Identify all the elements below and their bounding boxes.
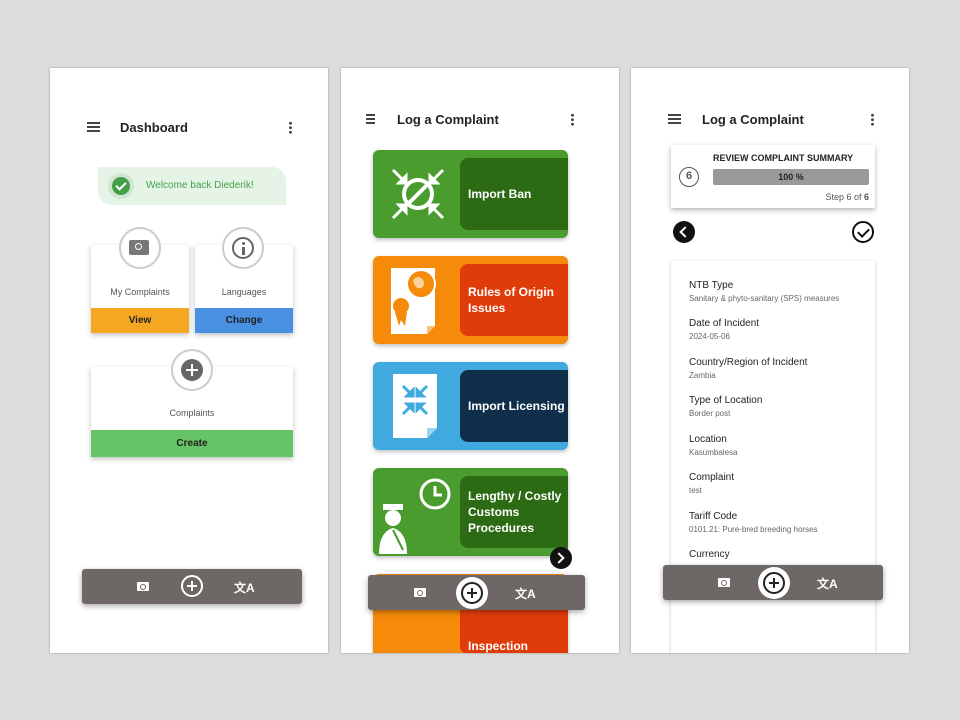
page-title: Log a Complaint: [702, 111, 804, 127]
tile-rules-of-origin[interactable]: Rules of Origin Issues: [373, 256, 568, 344]
summary-field: Country/Region of Incident Zambia: [689, 357, 808, 380]
card-label: Languages: [221, 287, 267, 297]
review-summary-screen: Log a Complaint 6 REVIEW COMPLAINT SUMMA…: [631, 68, 909, 653]
back-arrow-button[interactable]: [673, 221, 695, 243]
tile-import-licensing[interactable]: Import Licensing: [373, 362, 568, 450]
card-label: My Complaints: [110, 287, 170, 297]
card-label: Complaints: [169, 408, 215, 418]
customs-officer-clock-icon: [373, 468, 458, 556]
step-number-badge: 6: [679, 167, 699, 187]
import-ban-icon: [373, 150, 458, 238]
plus-circle-icon[interactable]: [456, 577, 488, 609]
menu-icon[interactable]: [668, 114, 681, 124]
summary-field: Date of Incident 2024-05-06: [689, 318, 760, 341]
view-button[interactable]: View: [91, 308, 189, 333]
dashboard-screen: Dashboard Welcome back Diederik! My Comp…: [50, 68, 328, 653]
tile-label: Import Licensing: [460, 370, 568, 442]
translate-icon[interactable]: 文A: [234, 579, 255, 596]
review-heading: REVIEW COMPLAINT SUMMARY: [713, 153, 854, 163]
summary-field: Tariff Code 0101.21: Pure-bred breeding h…: [689, 511, 818, 534]
more-options-icon[interactable]: [289, 120, 292, 134]
bottom-nav: 文A: [82, 569, 302, 604]
tile-label: Lengthy / Costly Customs Procedures: [460, 476, 568, 548]
check-circle-icon: [108, 173, 134, 199]
search-icon[interactable]: [137, 582, 149, 591]
welcome-message: Welcome back Diederik!: [146, 180, 254, 191]
certificate-globe-icon: [373, 256, 458, 344]
translate-icon[interactable]: 文A: [515, 585, 536, 602]
review-header-card: 6 REVIEW COMPLAINT SUMMARY 100 % Step 6 …: [671, 145, 875, 208]
more-options-icon[interactable]: [871, 112, 874, 126]
log-complaint-screen: Log a Complaint Import Ban Rules of Orig…: [341, 68, 619, 653]
bottom-nav: 文A: [368, 575, 585, 610]
menu-icon[interactable]: [366, 114, 375, 124]
create-button[interactable]: Create: [91, 430, 293, 457]
bottom-nav: 文A: [663, 565, 883, 600]
summary-field: Type of Location Border post: [689, 395, 763, 418]
summary-field: Currency: [689, 549, 730, 560]
more-options-icon[interactable]: [571, 112, 574, 126]
tile-label: Rules of Origin Issues: [460, 264, 568, 336]
info-icon: [222, 227, 264, 269]
progress-bar: 100 %: [713, 169, 869, 185]
tile-customs-procedures[interactable]: Lengthy / Costly Customs Procedures: [373, 468, 568, 556]
welcome-banner: Welcome back Diederik!: [98, 167, 286, 205]
app-bar: Dashboard: [50, 112, 328, 142]
submit-check-button[interactable]: [852, 221, 874, 243]
plus-icon: [171, 349, 213, 391]
translate-icon[interactable]: 文A: [817, 575, 838, 592]
tile-import-ban[interactable]: Import Ban: [373, 150, 568, 238]
plus-circle-icon[interactable]: [181, 575, 203, 597]
summary-field: Location Kasumbalesa: [689, 434, 738, 457]
search-icon: [119, 227, 161, 269]
step-indicator: Step 6 of 6: [825, 192, 869, 202]
plus-circle-icon[interactable]: [758, 567, 790, 599]
page-title: Dashboard: [120, 119, 188, 135]
search-icon[interactable]: [718, 578, 730, 587]
change-button[interactable]: Change: [195, 308, 293, 333]
search-icon[interactable]: [414, 588, 426, 597]
app-bar: Log a Complaint: [341, 104, 619, 134]
next-arrow-button[interactable]: [550, 547, 572, 569]
page-title: Log a Complaint: [397, 111, 499, 127]
license-document-icon: [373, 362, 458, 450]
summary-field: NTB Type Sanitary & phyto-sanitary (SPS) …: [689, 280, 840, 303]
summary-field: Complaint test: [689, 472, 735, 495]
menu-icon[interactable]: [87, 122, 100, 132]
app-bar: Log a Complaint: [631, 104, 909, 134]
tile-label: Import Ban: [460, 158, 568, 230]
